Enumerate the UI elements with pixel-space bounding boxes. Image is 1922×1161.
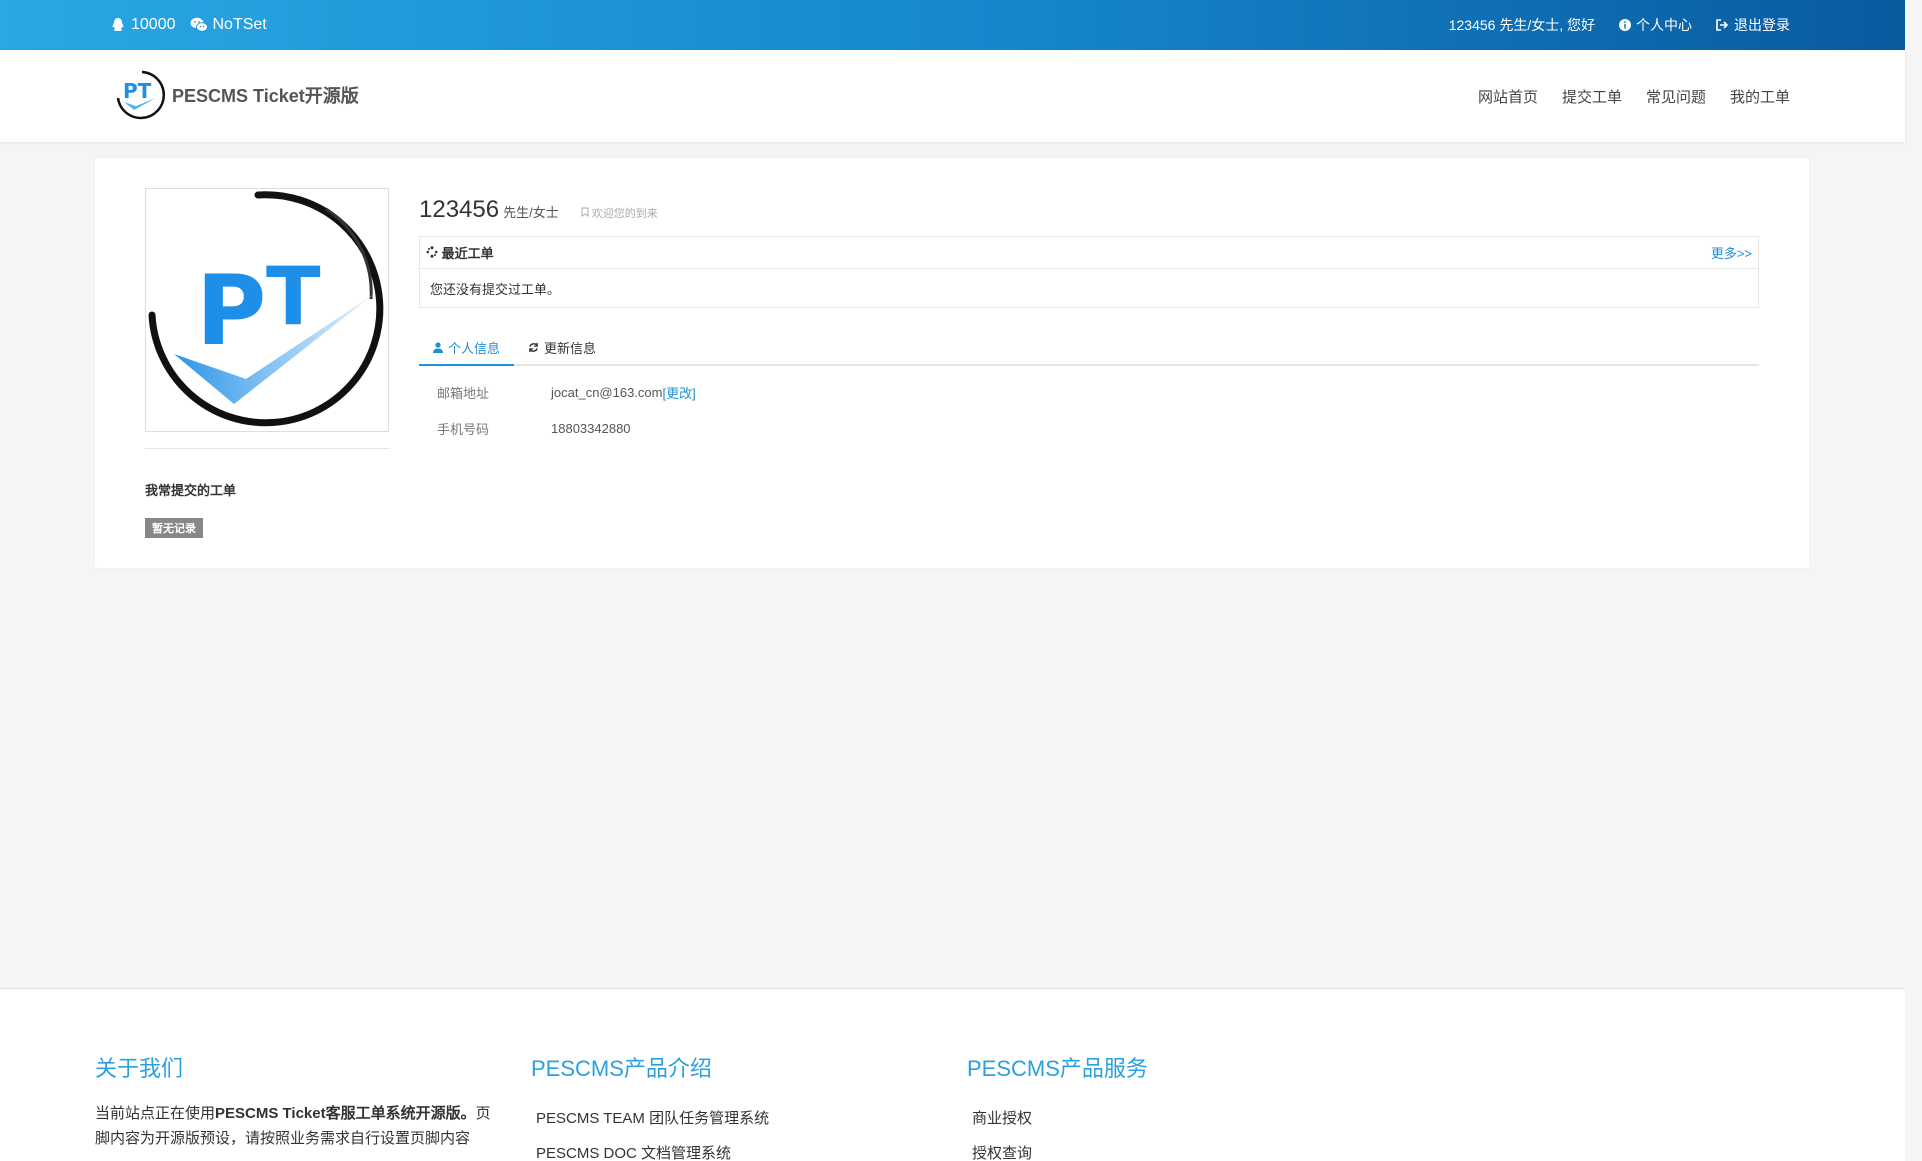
user-center-link[interactable]: 个人中心 [1619,15,1692,35]
sidebar-divider [145,448,389,449]
footer-services-title: PESCMS产品服务 [967,1056,1148,1081]
footer-about-title: 关于我们 [95,1056,184,1081]
footer-products: PESCMS产品介绍 PESCMS TEAM 团队任务管理系统 PESCMS D… [531,1051,769,1161]
no-records-badge: 暂无记录 [145,518,203,538]
phone-value: 18803342880 [551,420,631,436]
footer-about-text: 当前站点正在使用PESCMS Ticket客服工单系统开源版。页脚内容为开源版预… [95,1101,505,1151]
footer-about-bold: PESCMS Ticket客服工单系统开源版。 [215,1105,476,1122]
greeting-text: 123456 先生/女士, 您好 [1448,17,1595,33]
logout-label: 退出登录 [1734,17,1790,33]
svg-text:PT: PT [123,79,152,103]
info-list: 邮箱地址 jocat_cn@163.com [更改] 手机号码 18803342… [419,374,1759,446]
email-value: jocat_cn@163.com [551,384,663,400]
welcome-text: 欢迎您的到来 [581,205,658,221]
footer-product-team-link[interactable]: PESCMS TEAM 团队任务管理系统 [531,1101,769,1136]
logout-link[interactable]: 退出登录 [1716,15,1790,35]
recent-tickets-empty: 您还没有提交过工单。 [430,281,561,297]
nav-faq[interactable]: 常见问题 [1646,86,1706,107]
wechat-contact[interactable]: NoTSet [190,16,267,34]
tab-update-info-label: 更新信息 [544,340,597,356]
svg-text:P: P [196,255,266,367]
footer-commercial-license-link[interactable]: 商业授权 [967,1101,1148,1136]
logo-text: PESCMS Ticket开源版 [172,86,359,106]
main-nav: 网站首页 提交工单 常见问题 我的工单 [1478,50,1790,142]
spinner-icon [426,246,438,258]
pt-logo-icon: PT [116,70,166,120]
tab-personal-info-label: 个人信息 [448,340,501,356]
site-logo[interactable]: PT PESCMS Ticket开源版 [112,68,359,122]
footer-about: 关于我们 当前站点正在使用PESCMS Ticket客服工单系统开源版。页脚内容… [95,1051,505,1151]
tab-personal-info[interactable]: 个人信息 [419,330,515,366]
site-footer: 关于我们 当前站点正在使用PESCMS Ticket客服工单系统开源版。页脚内容… [0,988,1905,1161]
frequent-tickets-title: 我常提交的工单 [145,483,237,498]
user-links: 123456 先生/女士, 您好 个人中心 退出登录 [1449,0,1790,50]
nav-my-tickets[interactable]: 我的工单 [1730,86,1790,107]
qq-contact[interactable]: 10000 [110,16,176,34]
nav-home[interactable]: 网站首页 [1478,86,1538,107]
footer-services: PESCMS产品服务 商业授权 授权查询 [967,1051,1148,1161]
name-row: 123456 先生/女士 欢迎您的到来 [419,196,1759,224]
user-icon [433,341,443,353]
profile-tabs: 个人信息 更新信息 [419,330,1759,366]
profile-section: 123456 先生/女士 欢迎您的到来 最近工单 更多>> 您还没有提交过工单。… [419,196,1759,446]
footer-product-doc-link[interactable]: PESCMS DOC 文档管理系统 [531,1136,769,1161]
refresh-icon [529,342,538,352]
change-email-link[interactable]: [更改] [662,383,695,402]
user-name: 123456 [419,196,500,223]
footer-products-title: PESCMS产品介绍 [531,1056,712,1081]
qq-number: 10000 [131,16,176,33]
info-circle-icon [1619,19,1631,31]
tab-update-info[interactable]: 更新信息 [514,330,610,364]
welcome-label: 欢迎您的到来 [591,208,658,220]
wechat-icon [190,17,208,32]
top-bar: 10000 NoTSet 123456 先生/女士, 您好 个人中心 退出登录 [0,0,1905,50]
contact-info: 10000 NoTSet [110,0,267,50]
user-title: 先生/女士 [503,205,559,220]
user-center-label: 个人中心 [1636,17,1692,33]
profile-card: P T 我常提交的工单 暂无记录 123456 先生/女士 欢迎您的到来 最近工… [95,158,1809,568]
bookmark-icon [581,207,589,217]
svg-text:T: T [266,250,321,343]
recent-tickets-header: 最近工单 更多>> [420,237,1758,269]
wechat-id: NoTSet [212,16,267,33]
recent-tickets-panel: 最近工单 更多>> 您还没有提交过工单。 [419,236,1759,308]
recent-tickets-title-wrap: 最近工单 [426,243,494,262]
phone-label: 手机号码 [437,421,490,437]
qq-icon [112,18,124,31]
site-header: PT PESCMS Ticket开源版 网站首页 提交工单 常见问题 我的工单 [0,50,1905,142]
avatar-logo-icon: P T [148,191,384,427]
nav-submit-ticket[interactable]: 提交工单 [1562,86,1622,107]
avatar: P T [145,188,389,432]
email-row: 邮箱地址 jocat_cn@163.com [更改] [419,374,1759,410]
email-label: 邮箱地址 [437,385,490,401]
phone-row: 手机号码 18803342880 [419,410,1759,446]
sign-out-icon [1716,19,1729,31]
more-tickets-link[interactable]: 更多>> [1711,243,1752,262]
recent-tickets-title: 最近工单 [441,246,494,261]
footer-about-prefix: 当前站点正在使用 [95,1105,216,1122]
footer-license-query-link[interactable]: 授权查询 [967,1136,1148,1161]
